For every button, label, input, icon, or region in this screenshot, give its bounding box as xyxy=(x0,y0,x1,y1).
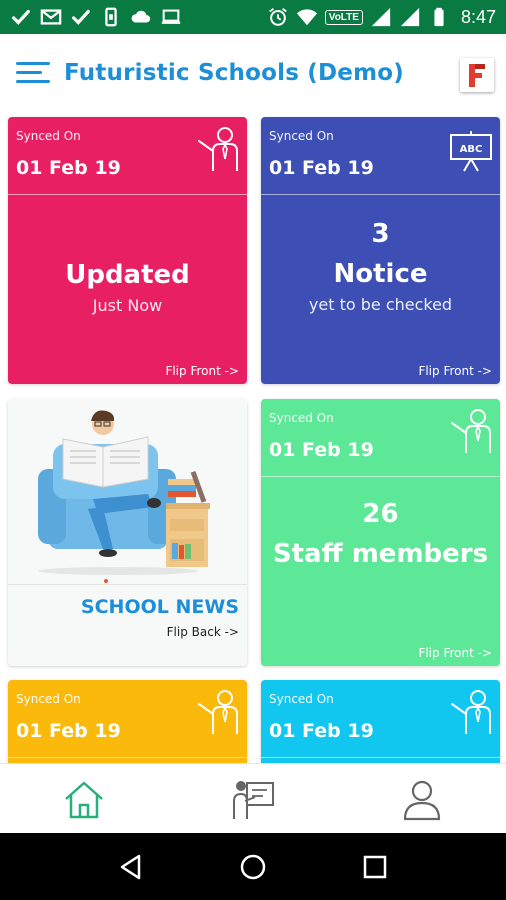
synced-date: 01 Feb 19 xyxy=(16,157,121,179)
alarm-icon xyxy=(267,6,289,28)
synced-date: 01 Feb 19 xyxy=(269,720,374,742)
reading-newspaper-illustration xyxy=(8,399,247,584)
home-circle-icon xyxy=(240,854,266,879)
school-news-title: SCHOOL NEWS xyxy=(80,596,239,618)
system-navigation-bar xyxy=(0,833,506,900)
back-triangle-icon xyxy=(120,854,141,879)
synced-date: 01 Feb 19 xyxy=(269,157,374,179)
flip-front-link[interactable]: Flip Front -> xyxy=(418,364,492,378)
menu-line xyxy=(16,71,42,74)
card-title: Staff members xyxy=(272,539,489,569)
card-subtitle: Just Now xyxy=(92,296,163,315)
synced-date: 01 Feb 19 xyxy=(16,720,121,742)
teacher-board-icon xyxy=(232,780,274,819)
phone-icon xyxy=(100,6,122,28)
updates-card[interactable]: Synced On 01 Feb 19 Updated Just Now Fli… xyxy=(8,117,247,384)
check-notification-icon xyxy=(10,6,32,28)
card-header: Synced On 01 Feb 19 xyxy=(8,117,247,195)
synced-label: Synced On xyxy=(269,129,334,143)
synced-label: Synced On xyxy=(269,692,334,706)
recents-button[interactable] xyxy=(359,851,391,883)
teacher-icon xyxy=(195,125,241,175)
cyan-card[interactable]: Synced On 01 Feb 19 xyxy=(261,680,500,763)
yellow-card[interactable]: Synced On 01 Feb 19 xyxy=(8,680,247,763)
status-clock: 8:47 xyxy=(460,6,496,27)
nav-home[interactable] xyxy=(60,775,108,823)
notice-card[interactable]: Synced On 01 Feb 19 ABC 3 Notice yet to … xyxy=(261,117,500,384)
gmail-icon xyxy=(40,6,62,28)
notice-count: 3 xyxy=(371,219,390,249)
divider xyxy=(8,584,247,585)
school-logo[interactable] xyxy=(460,58,494,92)
teacher-icon xyxy=(195,688,241,738)
card-header: Synced On 01 Feb 19 xyxy=(261,399,500,477)
menu-line xyxy=(16,80,50,83)
battery-icon xyxy=(428,6,450,28)
card-title: Updated xyxy=(65,260,190,290)
app-title: Futuristic Schools (Demo) xyxy=(64,60,404,86)
cloud-icon xyxy=(130,6,152,28)
status-bar: VoLTE 8:47 xyxy=(0,0,506,34)
synced-label: Synced On xyxy=(16,129,81,143)
menu-button[interactable] xyxy=(16,62,52,88)
signal-icon xyxy=(399,6,421,28)
user-icon xyxy=(403,780,440,820)
staff-card[interactable]: Synced On 01 Feb 19 26 Staff members Fli… xyxy=(261,399,500,666)
recents-square-icon xyxy=(363,855,387,878)
staff-count: 26 xyxy=(362,499,399,529)
menu-line xyxy=(16,62,50,65)
flip-front-link[interactable]: Flip Front -> xyxy=(418,646,492,660)
card-title: Notice xyxy=(333,259,428,289)
card-header: Synced On 01 Feb 19 xyxy=(8,680,247,758)
teacher-icon xyxy=(448,688,494,738)
bottom-navigation xyxy=(0,763,506,833)
laptop-icon xyxy=(160,6,182,28)
home-icon xyxy=(65,781,104,818)
volte-badge: VoLTE xyxy=(324,9,363,25)
home-button[interactable] xyxy=(237,851,269,883)
nav-classroom[interactable] xyxy=(229,775,277,823)
flip-front-link[interactable]: Flip Front -> xyxy=(165,364,239,378)
nav-profile[interactable] xyxy=(398,775,446,823)
back-button[interactable] xyxy=(115,851,147,883)
check-notification-icon xyxy=(70,6,92,28)
wifi-icon xyxy=(296,6,318,28)
card-header: Synced On 01 Feb 19 xyxy=(261,680,500,758)
teacher-icon xyxy=(448,407,494,457)
card-subtitle: yet to be checked xyxy=(308,295,453,314)
signal-icon xyxy=(370,6,392,28)
card-header: Synced On 01 Feb 19 ABC xyxy=(261,117,500,195)
abc-board-icon: ABC xyxy=(448,125,494,175)
synced-label: Synced On xyxy=(269,411,334,425)
app-bar: Futuristic Schools (Demo) xyxy=(0,34,506,116)
synced-label: Synced On xyxy=(16,692,81,706)
flip-back-link[interactable]: Flip Back -> xyxy=(167,625,239,639)
school-news-card[interactable]: SCHOOL NEWS Flip Back -> xyxy=(8,399,247,666)
synced-date: 01 Feb 19 xyxy=(269,439,374,461)
svg-text:ABC: ABC xyxy=(460,144,483,155)
